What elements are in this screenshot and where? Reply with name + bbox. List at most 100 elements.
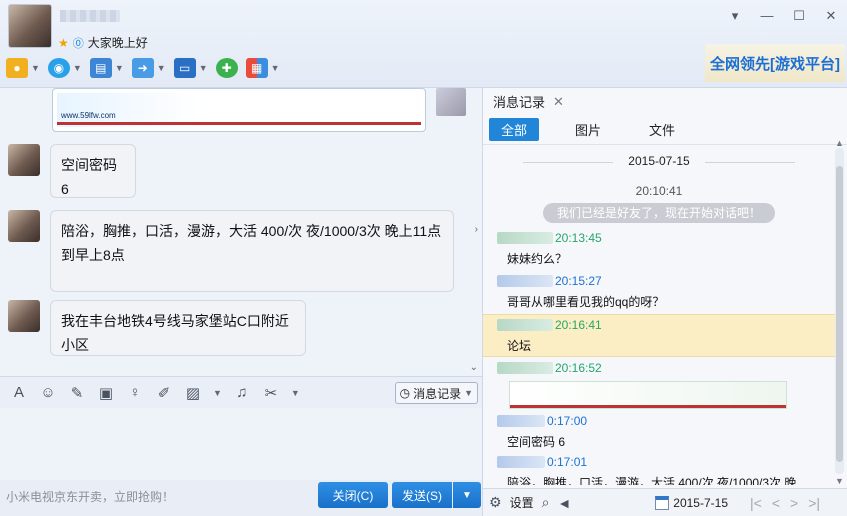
ad-url: www.59lfw.com <box>61 111 116 120</box>
chevron-down-icon: ▼ <box>462 489 472 501</box>
banner-text: 全网领先[游戏平台] <box>710 55 840 73</box>
history-image-message[interactable] <box>509 381 787 409</box>
video-call-button[interactable]: ◉ ▼ <box>47 56 82 80</box>
add-chat-button[interactable]: ✚ <box>215 56 238 80</box>
history-entry: 0:17:01 陪浴，胸推，口活，漫游，大活 400/次 夜/1000/3次 晚 <box>483 455 835 485</box>
entry-text: 论坛 <box>507 339 532 353</box>
entry-time: 0:17:01 <box>547 455 588 469</box>
minimize-icon[interactable]: — <box>759 8 775 24</box>
star-icon: ★ <box>58 35 69 50</box>
scroll-up-icon[interactable]: ▲ <box>835 138 844 148</box>
last-page-icon[interactable]: >| <box>808 495 820 511</box>
close-icon[interactable]: ✕ <box>553 94 564 110</box>
sender-avatar[interactable] <box>8 210 40 242</box>
close-button[interactable]: 关闭(C) <box>318 482 388 508</box>
file-transfer-button[interactable]: ➜ ▼ <box>131 56 166 80</box>
history-entry: 20:16:52 <box>483 361 835 375</box>
sender-name-blurred <box>497 362 553 374</box>
history-scrollbar[interactable]: ▲ ▼ <box>835 138 844 486</box>
clock-icon: ◷ <box>399 386 411 400</box>
scroll-thumb[interactable] <box>836 166 843 462</box>
camera-icon: ◉ <box>47 58 70 78</box>
entry-time: 20:15:27 <box>555 274 602 288</box>
scroll-down-icon[interactable]: ⌄ <box>470 362 478 373</box>
chevron-down-icon[interactable]: ▼ <box>271 63 280 73</box>
first-page-icon[interactable]: |< <box>750 495 762 511</box>
maximize-icon[interactable]: ☐ <box>791 8 807 24</box>
chevron-down-icon[interactable]: ▼ <box>73 63 82 73</box>
gear-icon[interactable]: ⚙ <box>489 494 502 511</box>
chevron-down-icon: ▼ <box>464 388 473 398</box>
self-avatar[interactable] <box>436 88 466 116</box>
nudge-icon[interactable]: ✎ <box>68 384 86 402</box>
chat-message: 陪浴，胸推，口活，漫游，大活 400/次 夜/1000/3次 晚上11点到早上8… <box>8 210 454 292</box>
ad-image-message[interactable]: www.59lfw.com <box>52 88 426 132</box>
sender-avatar[interactable] <box>8 144 40 176</box>
entry-text: 陪浴，胸推，口活，漫游，大活 400/次 夜/1000/3次 晚 <box>507 476 797 485</box>
chat-message: 空间密码 6 <box>8 144 136 198</box>
entry-header: 20:13:45 <box>483 231 835 245</box>
status-text: 大家晚上好 <box>87 36 148 50</box>
contact-avatar[interactable] <box>8 4 52 48</box>
tab-label: 消息记录 <box>493 95 546 110</box>
magic-expression-icon[interactable]: ▣ <box>97 384 115 402</box>
settings-label[interactable]: 设置 <box>510 494 534 511</box>
scroll-down-icon[interactable]: ▼ <box>835 476 844 486</box>
chevron-down-icon[interactable]: ▼ <box>31 63 40 73</box>
chevron-down-icon[interactable]: ▼ <box>213 388 222 398</box>
chevron-down-icon[interactable]: ▼ <box>199 63 208 73</box>
message-history-button[interactable]: ◷ 消息记录 ▼ <box>394 382 478 404</box>
image-icon[interactable]: ▨ <box>184 384 202 402</box>
ad-bar <box>57 122 421 125</box>
message-text: 空间密码 6 <box>61 157 117 197</box>
next-page-icon[interactable]: > <box>790 495 798 511</box>
sender-name-blurred <box>497 232 553 244</box>
title-bar: ★ ⓪ 大家晚上好 ▾ — ☐ ✕ ● ▼ ◉ ▼ ▤ ▼ ➜ ▼ ▭ ▼ ✚ <box>0 0 847 88</box>
sender-avatar[interactable] <box>8 300 40 332</box>
game-platform-banner[interactable]: 全网领先[游戏平台] <box>705 44 845 82</box>
apps-button[interactable]: ▦ ▼ <box>245 56 280 80</box>
voice-call-button[interactable]: ● ▼ <box>6 56 40 80</box>
search-icon[interactable]: ⌕ <box>542 494 550 511</box>
prev-page-icon[interactable]: < <box>772 495 780 511</box>
entry-time: 20:13:45 <box>555 231 602 245</box>
chevron-down-icon[interactable]: ▼ <box>157 63 166 73</box>
screen-share-button[interactable]: ▤ ▼ <box>89 56 124 80</box>
filter-images[interactable]: 图片 <box>563 118 613 141</box>
speaker-icon[interactable]: ◄ <box>557 495 571 511</box>
filter-files[interactable]: 文件 <box>637 118 687 141</box>
send-button[interactable]: 发送(S) <box>392 482 452 508</box>
entry-header: 0:17:00 <box>483 414 835 428</box>
font-icon[interactable]: A <box>10 384 28 401</box>
history-pager: |< < > >| <box>750 495 820 511</box>
voice-message-icon[interactable]: ♀ <box>126 384 144 401</box>
promo-link[interactable]: 小米电视京东开卖，立即抢购！ <box>6 488 174 505</box>
input-toolbar: A ☺ ✎ ▣ ♀ ✐ ▨ ▼ ♫ ✂ ▼ ◷ 消息记录 ▼ <box>0 376 482 408</box>
edit-icon[interactable]: ✐ <box>155 384 173 402</box>
entry-time: 20:16:41 <box>555 318 602 332</box>
chevron-down-icon[interactable]: ▼ <box>115 63 124 73</box>
entry-header: 20:15:27 <box>483 274 835 288</box>
sender-name-blurred <box>497 319 553 331</box>
filter-all[interactable]: 全部 <box>489 118 540 141</box>
tab-message-history[interactable]: 消息记录 ✕ <box>493 92 564 111</box>
message-input[interactable] <box>0 408 482 480</box>
sender-name-blurred <box>497 415 545 427</box>
date-picker[interactable]: 2015-7-15 <box>655 495 728 510</box>
message-text: 我在丰台地铁4号线马家堡站C口附近小区 <box>61 313 289 353</box>
entry-header: 20:16:52 <box>483 361 835 375</box>
send-options-button[interactable]: ▼ <box>453 482 481 508</box>
message-text: 陪浴，胸推，口活，漫游，大活 400/次 夜/1000/3次 晚上11点到早上8… <box>61 223 442 263</box>
remote-desktop-button[interactable]: ▭ ▼ <box>173 56 208 80</box>
chevron-down-icon[interactable]: ▼ <box>291 388 300 398</box>
collapse-arrow-icon[interactable]: › <box>475 224 478 235</box>
close-icon[interactable]: ✕ <box>823 8 839 24</box>
dropdown-icon[interactable]: ▾ <box>727 8 743 24</box>
history-footer: ⚙ 设置 ⌕ ◄ 2015-7-15 |< < > >| <box>483 488 847 516</box>
emoji-icon[interactable]: ☺ <box>39 384 57 401</box>
qq-icon: ⓪ <box>72 37 84 50</box>
music-icon[interactable]: ♫ <box>233 384 251 401</box>
window-controls: ▾ — ☐ ✕ <box>727 8 839 24</box>
history-entry: 20:15:27 哥哥从哪里看见我的qq的呀？ <box>483 274 835 310</box>
screenshot-scissors-icon[interactable]: ✂ <box>262 384 280 402</box>
